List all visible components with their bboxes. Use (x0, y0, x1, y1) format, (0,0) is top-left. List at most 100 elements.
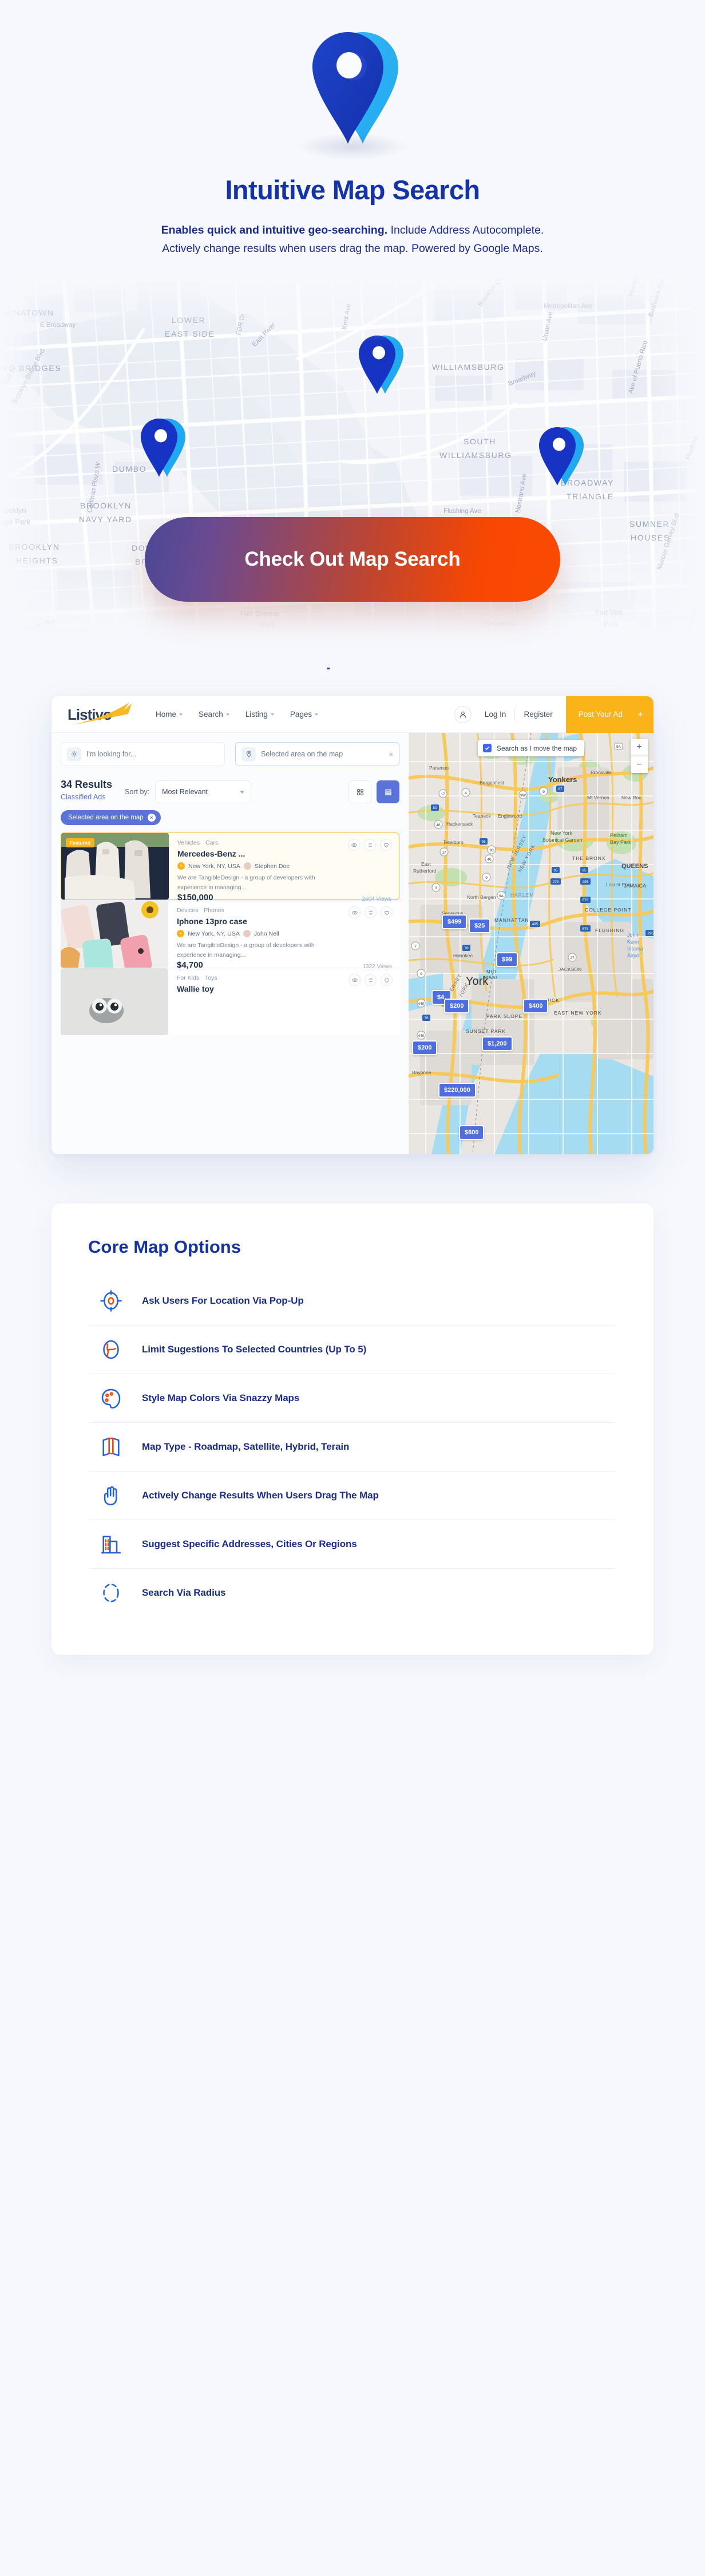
price-marker[interactable]: $1,200 (482, 1036, 513, 1052)
svg-text:Bronxville: Bronxville (591, 770, 612, 775)
compare-icon[interactable] (365, 974, 377, 987)
svg-text:Yonkers: Yonkers (548, 775, 577, 784)
nav-item-home-label: Home (156, 710, 177, 719)
svg-text:3: 3 (435, 886, 437, 890)
svg-text:JAMAICA: JAMAICA (624, 883, 646, 889)
svg-text:95: 95 (582, 869, 587, 873)
svg-text:New Roc: New Roc (621, 795, 641, 800)
listing-card[interactable]: Featured Vehicles Cars Mercedes-Benz ... (61, 833, 399, 902)
svg-text:NAVY YARD: NAVY YARD (79, 515, 132, 524)
view-toggle-group (348, 780, 399, 804)
option-row-map-type[interactable]: Map Type - Roadmap, Satellite, Hybrid, T… (88, 1423, 617, 1472)
price-marker[interactable]: $600 (459, 1125, 485, 1140)
option-label: Actively Change Results When Users Drag … (142, 1490, 379, 1501)
zoom-in-button[interactable]: + (631, 739, 648, 756)
svg-text:THE BRONX: THE BRONX (572, 855, 606, 861)
svg-text:Hoboken: Hoboken (453, 953, 473, 958)
checkbox-checked-icon (482, 744, 492, 753)
price-marker[interactable]: $499 (442, 914, 468, 929)
sort-select[interactable]: Most Relevant (155, 780, 252, 804)
hero-subtitle-bold: Enables quick and intuitive geo-searchin… (161, 224, 388, 236)
list-view-icon (385, 789, 391, 795)
listing-body: Vehicles Cars Mercedes-Benz ... New York… (169, 833, 399, 902)
svg-text:95: 95 (481, 840, 486, 844)
price-marker[interactable]: $220,000 (438, 1083, 476, 1098)
browser-mockup: Listivo Home Search Listing Pages Log In… (52, 696, 653, 1155)
svg-text:9: 9 (542, 790, 545, 794)
heart-icon[interactable] (381, 974, 393, 987)
map-pin-outline-icon (241, 747, 256, 762)
option-row-drag-map[interactable]: Actively Change Results When Users Drag … (88, 1472, 617, 1521)
register-link[interactable]: Register (517, 710, 559, 719)
eye-icon[interactable] (348, 906, 361, 919)
svg-text:278: 278 (553, 880, 559, 884)
map-panel[interactable]: Closter Paramus Bergenfield Bronxville M… (409, 733, 653, 1155)
svg-text:Flushing Ave: Flushing Ave (443, 508, 481, 515)
post-your-ad-button[interactable]: Post Your Ad + (565, 696, 653, 733)
compare-icon[interactable] (364, 839, 376, 851)
close-x-icon[interactable]: × (389, 750, 393, 759)
svg-text:TRIANGLE: TRIANGLE (567, 492, 614, 501)
price-marker[interactable]: $25 (469, 918, 491, 933)
svg-text:Bergenfield: Bergenfield (480, 780, 504, 786)
user-circle-icon[interactable] (454, 705, 472, 723)
nav-menu: Home Search Listing Pages (156, 710, 319, 719)
price-marker[interactable]: $99 (496, 952, 518, 967)
check-out-map-search-button[interactable]: Check Out Map Search (145, 517, 560, 602)
compare-icon[interactable] (365, 906, 377, 919)
svg-text:FLUSHING: FLUSHING (595, 928, 624, 933)
map-zoom-controls: + − (631, 739, 648, 774)
hero-map-banner: CHINATOWN LOWER EAST SIDE TWO BRIDGES WI… (0, 273, 705, 668)
option-row-style-colors[interactable]: Style Map Colors Via Snazzy Maps (88, 1374, 617, 1423)
eye-icon[interactable] (348, 974, 361, 987)
chip-close-icon[interactable]: × (147, 814, 156, 822)
pin-shadow (298, 133, 407, 160)
chevron-down-icon (240, 790, 245, 794)
keyword-search-input[interactable]: I'm looking for... (61, 742, 225, 767)
nav-item-pages[interactable]: Pages (290, 710, 319, 719)
featured-badge: Featured (66, 838, 94, 848)
nav-item-search[interactable]: Search (199, 710, 229, 719)
listing-body: For Kids Toys Wallie toy (168, 968, 399, 1035)
nav-item-listing[interactable]: Listing (245, 710, 274, 719)
svg-text:78: 78 (424, 1016, 429, 1020)
login-link[interactable]: Log In (478, 710, 513, 719)
heart-icon[interactable] (381, 906, 393, 919)
svg-text:87: 87 (558, 787, 563, 791)
chevron-down-icon (225, 713, 229, 716)
grid-view-button[interactable] (348, 780, 371, 804)
listing-category-primary: For Kids (177, 975, 200, 982)
buildings-icon (96, 1533, 126, 1556)
chevron-down-icon (315, 713, 319, 716)
eye-icon[interactable] (348, 839, 360, 851)
zoom-out-button[interactable]: − (631, 756, 648, 774)
listing-list: Featured Vehicles Cars Mercedes-Benz ... (52, 833, 409, 1036)
search-as-i-move-label: Search as I move the map (496, 744, 577, 752)
svg-text:27: 27 (570, 956, 575, 960)
listing-location: New York, NY, USA (188, 930, 240, 937)
listivo-logo[interactable]: Listivo (68, 702, 135, 725)
option-row-suggest-addresses[interactable]: Suggest Specific Addresses, Cities Or Re… (88, 1520, 617, 1569)
active-filter-chip[interactable]: Selected area on the map × (61, 810, 161, 826)
listing-card[interactable]: For Kids Toys Wallie toy (61, 968, 399, 1036)
option-row-ask-location[interactable]: Ask Users For Location Via Pop-Up (88, 1277, 617, 1326)
listing-actions (348, 974, 393, 987)
search-as-i-move-checkbox[interactable]: Search as I move the map (477, 740, 585, 757)
nav-item-home[interactable]: Home (156, 710, 183, 719)
heart-icon[interactable] (380, 839, 392, 851)
listing-meta: New York, NY, USA Stephen Doe (177, 862, 391, 870)
price-marker[interactable]: $200 (444, 998, 470, 1013)
price-marker[interactable]: $200 (412, 1040, 438, 1056)
svg-text:MANI: MANI (484, 975, 498, 980)
svg-text:93: 93 (489, 849, 494, 853)
svg-text:SUNSET PARK: SUNSET PARK (466, 1028, 506, 1034)
svg-text:East: East (421, 861, 431, 867)
listing-card[interactable]: Devices Phones Iphone 13pro case New Yor… (61, 900, 399, 970)
location-search-input[interactable]: Selected area on the map × (235, 742, 399, 767)
svg-text:440: 440 (418, 1002, 425, 1006)
listing-category-secondary: Cars (205, 839, 219, 847)
option-row-search-radius[interactable]: Search Via Radius (88, 1569, 617, 1617)
list-view-button[interactable] (377, 780, 399, 804)
option-row-limit-countries[interactable]: Limit Sugestions To Selected Countries (… (88, 1326, 617, 1375)
price-marker[interactable]: $400 (523, 998, 549, 1013)
